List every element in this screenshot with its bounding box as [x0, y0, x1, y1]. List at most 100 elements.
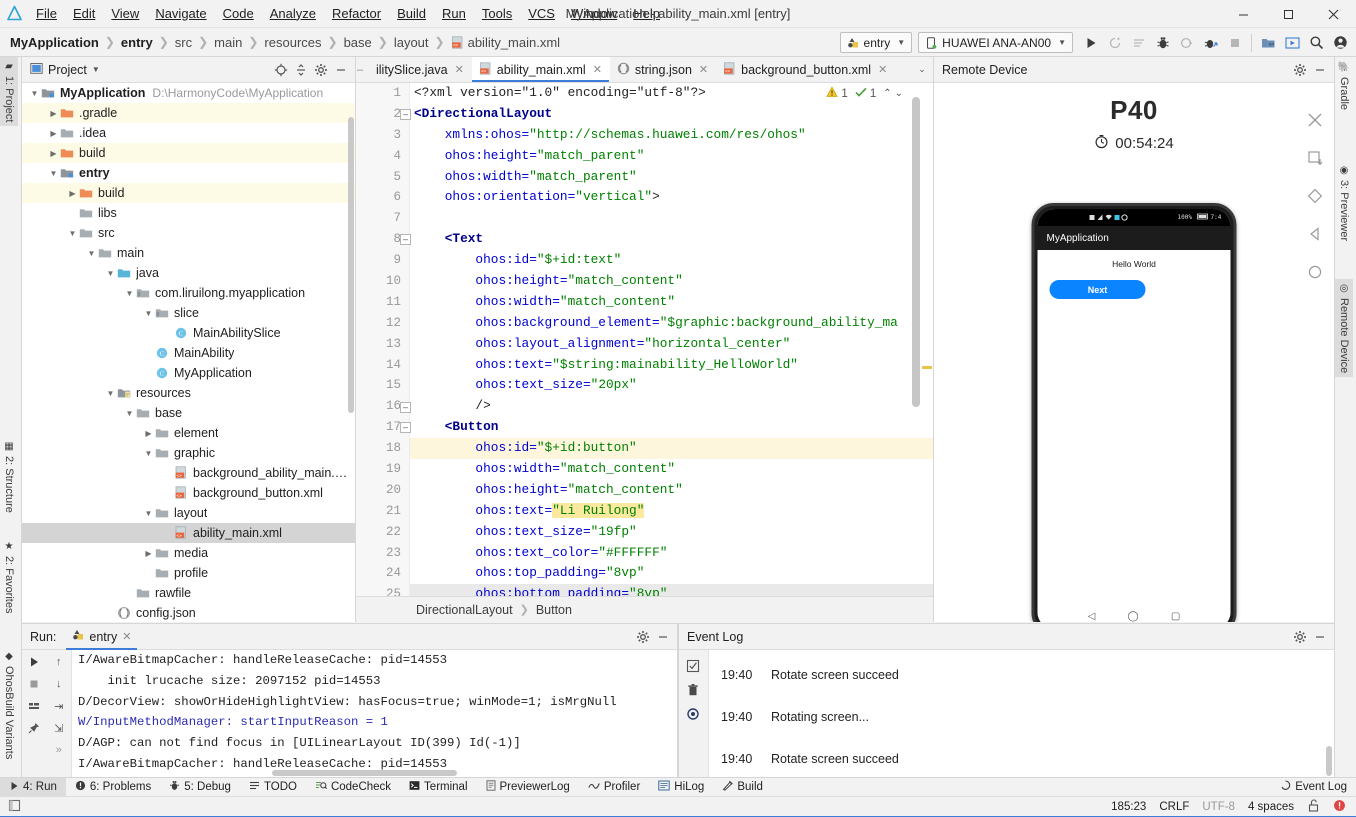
- code-line[interactable]: ohos:top_padding="8vp": [410, 563, 933, 584]
- editor-marker-warning[interactable]: [922, 366, 932, 369]
- tree-item-myapplication[interactable]: C MyApplication: [22, 363, 355, 383]
- chevron-down-icon[interactable]: ▼: [85, 249, 98, 258]
- menu-build[interactable]: Build: [389, 0, 434, 28]
- pin-icon[interactable]: [24, 719, 44, 737]
- tool-button-run[interactable]: 4: Run: [0, 777, 66, 797]
- tree-item-slice[interactable]: ▼ slice: [22, 303, 355, 323]
- screenshot-icon[interactable]: [1304, 147, 1326, 169]
- phone-next-button[interactable]: Next: [1049, 280, 1146, 299]
- mark-read-icon[interactable]: [679, 654, 707, 678]
- minimize-icon[interactable]: [653, 627, 673, 647]
- code-line[interactable]: ohos:bottom_padding="8vp": [410, 584, 933, 596]
- run-tab-entry[interactable]: entry ✕: [66, 624, 138, 650]
- close-icon[interactable]: ✕: [878, 63, 887, 76]
- tree-item-main[interactable]: ▼ main: [22, 243, 355, 263]
- tab-ability-main-xml[interactable]: <> ability_main.xml ✕: [471, 57, 610, 82]
- code-line[interactable]: ohos:width="match_content": [410, 459, 933, 480]
- code-line[interactable]: <DirectionalLayout: [410, 104, 933, 125]
- gear-icon[interactable]: [1290, 627, 1310, 647]
- previewer-icon[interactable]: [1280, 31, 1304, 55]
- tree-item-ability-main-xml[interactable]: <> ability_main.xml: [22, 523, 355, 543]
- run-console-hscroll-thumb[interactable]: [272, 770, 457, 776]
- editor-breadcrumb-item-0[interactable]: DirectionalLayout: [416, 603, 513, 617]
- menu-window[interactable]: Window: [563, 0, 625, 28]
- menu-tools[interactable]: Tools: [474, 0, 520, 28]
- tree-item-media[interactable]: ▶ media: [22, 543, 355, 563]
- tool-button-codecheck[interactable]: CodeCheck: [306, 778, 400, 797]
- home-icon[interactable]: [1304, 261, 1326, 283]
- search-icon[interactable]: [1304, 31, 1328, 55]
- menu-refactor[interactable]: Refactor: [324, 0, 389, 28]
- settings-icon[interactable]: [679, 702, 707, 726]
- close-icon[interactable]: ✕: [699, 63, 708, 76]
- collapse-all-icon[interactable]: [291, 60, 311, 80]
- menu-edit[interactable]: Edit: [65, 0, 103, 28]
- tree-item-build[interactable]: ▶ build: [22, 183, 355, 203]
- chevron-right-icon[interactable]: ▶: [47, 109, 60, 118]
- tab-overflow-button[interactable]: ⌄: [911, 57, 933, 82]
- gear-icon[interactable]: [633, 627, 653, 647]
- next-problem-icon[interactable]: ⌄: [895, 88, 903, 99]
- line-separator[interactable]: CRLF: [1159, 801, 1189, 813]
- breadcrumb-item-6[interactable]: layout: [394, 35, 429, 50]
- chevron-right-icon[interactable]: ▶: [142, 549, 155, 558]
- close-icon[interactable]: ✕: [122, 630, 131, 643]
- sidebar-item-previewer[interactable]: ◉ 3: Previewer: [1335, 161, 1353, 245]
- sidebar-item-ohosbuild-variants[interactable]: ◆ OhosBuild Variants: [0, 647, 18, 763]
- tool-button-previewerlog[interactable]: PreviewerLog: [477, 778, 579, 797]
- tree-item-background-button-xml[interactable]: <> background_button.xml: [22, 483, 355, 503]
- trash-icon[interactable]: [679, 678, 707, 702]
- tree-item-mainabilityslice[interactable]: C MainAbilitySlice: [22, 323, 355, 343]
- tree-item-gradle[interactable]: ▶ .gradle: [22, 103, 355, 123]
- menu-view[interactable]: View: [103, 0, 147, 28]
- tool-button-build[interactable]: Build: [713, 778, 772, 797]
- menu-vcs[interactable]: VCS: [520, 0, 563, 28]
- target-icon[interactable]: [271, 60, 291, 80]
- event-log-list[interactable]: 19:40 Rotate screen succeed 19:40 Rotating …: [709, 650, 1334, 777]
- scroll-up-icon[interactable]: ↑: [49, 653, 69, 671]
- minimize-icon[interactable]: [1310, 627, 1330, 647]
- editor-breadcrumb-item-1[interactable]: Button: [536, 603, 572, 617]
- code-text-area[interactable]: <?xml version="1.0" encoding="utf-8"?> <D…: [410, 83, 933, 596]
- menu-analyze[interactable]: Analyze: [262, 0, 324, 28]
- sidebar-item-favorites[interactable]: ★ 2: Favorites: [0, 537, 18, 617]
- tree-item-myapplication[interactable]: ▼ MyApplication D:\HarmonyCode\MyApplicati…: [22, 83, 355, 103]
- tool-button-todo[interactable]: TODO: [240, 778, 306, 797]
- sidebar-item-project[interactable]: ▰ 1: Project: [0, 57, 18, 127]
- sidebar-item-remote-device[interactable]: ◎ Remote Device: [1335, 279, 1353, 378]
- code-line[interactable]: [410, 208, 933, 229]
- back-icon[interactable]: [1304, 223, 1326, 245]
- run-configuration-selector[interactable]: entry ▼: [839, 32, 913, 53]
- close-icon[interactable]: [1304, 109, 1326, 131]
- tool-button-terminal[interactable]: Terminal: [400, 778, 476, 797]
- code-line[interactable]: ohos:height="match_parent": [410, 146, 933, 167]
- tool-button-problems[interactable]: 6: Problems: [66, 778, 160, 797]
- file-encoding[interactable]: UTF-8: [1202, 801, 1235, 813]
- stop-icon[interactable]: [24, 675, 44, 693]
- project-panel-title[interactable]: Project ▼: [30, 62, 100, 78]
- project-scrollbar-thumb[interactable]: [348, 117, 354, 413]
- debug-icon[interactable]: [1151, 31, 1175, 55]
- project-tree[interactable]: ▼ MyApplication D:\HarmonyCode\MyApplicati…: [22, 83, 355, 622]
- chevron-down-icon[interactable]: ▼: [123, 289, 136, 298]
- code-line[interactable]: ohos:background_element="$graphic:backgr…: [410, 313, 933, 334]
- close-icon[interactable]: ✕: [455, 63, 464, 76]
- run-console-output[interactable]: I/AwareBitmapCacher: handleReleaseCache:…: [72, 650, 677, 777]
- chevron-right-icon[interactable]: ▶: [47, 149, 60, 158]
- breadcrumb-item-3[interactable]: main: [214, 35, 242, 50]
- code-line[interactable]: ohos:id="$+id:text": [410, 250, 933, 271]
- breadcrumb-item-0[interactable]: MyApplication: [10, 35, 99, 50]
- project-structure-icon[interactable]: [1256, 31, 1280, 55]
- run-icon[interactable]: [1079, 31, 1103, 55]
- line-number-gutter[interactable]: 1 2 3 4 5 6 7 8 9 10 11 12 13 14 15 16 17 18 19 20 21 22 23 24 2…: [356, 83, 411, 596]
- minimize-icon[interactable]: [1310, 60, 1330, 80]
- error-icon[interactable]: [1333, 799, 1346, 815]
- code-line[interactable]: <Button: [410, 417, 933, 438]
- sidebar-item-gradle[interactable]: 🐘 Gradle: [1335, 57, 1353, 114]
- code-line[interactable]: ohos:width="match_parent": [410, 167, 933, 188]
- breadcrumb-item-7[interactable]: ability_main.xml: [468, 35, 560, 50]
- code-line[interactable]: ohos:width="match_content": [410, 292, 933, 313]
- avatar-icon[interactable]: [1328, 31, 1352, 55]
- code-line[interactable]: ohos:text_size="19fp": [410, 522, 933, 543]
- chevron-down-icon[interactable]: ▼: [66, 229, 79, 238]
